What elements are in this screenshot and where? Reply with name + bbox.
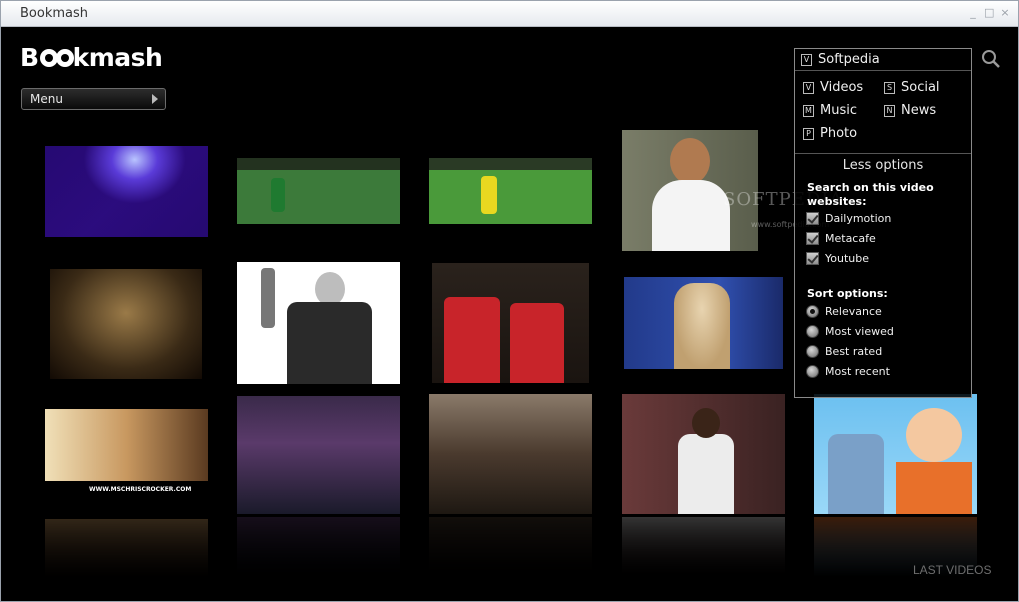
video-thumbnail-image [429,158,592,224]
menu-button[interactable]: Menu [21,88,166,110]
sort-label: Most viewed [825,325,894,338]
category-photo[interactable]: P Photo [803,126,857,141]
thumbnail-reflection [237,517,400,577]
video-thumbnail-image [432,263,589,383]
video-thumbnail-image [50,269,202,379]
radio-button[interactable] [806,305,819,318]
logo-glasses-icon [39,48,74,67]
video-thumbnail[interactable] [237,158,400,224]
category-key: P [803,127,814,140]
window-title: Bookmash [20,6,88,21]
less-options-button[interactable]: Less options [795,153,971,177]
sort-option-most-viewed[interactable]: Most viewed [806,325,894,338]
thumbnail-caption: WWW.MSCHRISCROCKER.COM [89,486,192,493]
category-news[interactable]: N News [884,103,936,118]
video-thumbnail-image [237,396,400,514]
video-thumbnail[interactable] [624,277,783,369]
video-thumbnail[interactable] [622,394,785,514]
close-icon[interactable]: × [1000,6,1010,20]
category-label: Videos [820,80,864,95]
checkbox[interactable] [806,212,819,225]
site-option-youtube[interactable]: Youtube [806,252,869,265]
radio-button[interactable] [806,325,819,338]
sites-section-title: Search on this video websites: [807,181,934,208]
video-thumbnail[interactable] [237,396,400,514]
maximize-icon[interactable]: □ [984,6,994,20]
video-thumbnail[interactable] [237,262,400,384]
source-option[interactable]: V Softpedia [801,52,880,67]
thumbnail-reflection [622,517,785,577]
video-thumbnail-image [237,158,400,224]
category-key: M [803,104,814,117]
search-icon[interactable] [981,49,1001,69]
checkbox[interactable] [806,252,819,265]
site-label: Metacafe [825,232,876,245]
video-thumbnail-image [429,394,592,514]
search-options-panel: V Softpedia V Videos S Social M Music N … [794,48,972,398]
radio-button[interactable] [806,345,819,358]
sort-option-best-rated[interactable]: Best rated [806,345,882,358]
video-thumbnail-image [814,394,977,514]
menu-label: Menu [30,92,63,106]
site-option-metacafe[interactable]: Metacafe [806,232,876,245]
source-label: Softpedia [818,52,880,67]
thumbnail-reflection [429,517,592,577]
category-label: Music [820,103,857,118]
sort-label: Best rated [825,345,883,358]
video-thumbnail-image: WWW.MSCHRISCROCKER.COM [45,409,208,497]
sort-label: Relevance [825,305,882,318]
category-label: Social [901,80,940,95]
radio-button[interactable] [806,365,819,378]
video-thumbnail[interactable] [814,394,977,514]
video-thumbnail-image [622,394,785,514]
logo-prefix: B [20,43,39,72]
category-videos[interactable]: V Videos [803,80,863,95]
chevron-right-icon [152,94,158,104]
logo-suffix: kmash [72,43,163,72]
category-label: Photo [820,126,858,141]
video-thumbnail[interactable] [45,146,208,237]
sort-section-title: Sort options: [807,287,888,300]
category-label: News [901,103,937,118]
site-label: Youtube [825,252,869,265]
last-videos-label: LAST VIDEOS [913,563,992,577]
minimize-icon[interactable]: _ [968,6,978,20]
source-key: V [801,53,812,66]
category-social[interactable]: S Social [884,80,940,95]
checkbox[interactable] [806,232,819,245]
site-option-dailymotion[interactable]: Dailymotion [806,212,891,225]
category-music[interactable]: M Music [803,103,857,118]
category-key: N [884,104,895,117]
video-thumbnail[interactable] [432,263,589,383]
video-thumbnail-image [624,277,783,369]
video-thumbnail[interactable] [429,158,592,224]
video-thumbnail-image [45,146,208,237]
site-label: Dailymotion [825,212,892,225]
category-key: S [884,81,895,94]
video-thumbnail[interactable] [50,269,202,379]
video-thumbnail[interactable]: WWW.MSCHRISCROCKER.COM [45,409,208,497]
sort-option-relevance[interactable]: Relevance [806,305,882,318]
category-key: V [803,81,814,94]
app-logo: B kmash [20,43,163,72]
sort-option-most-recent[interactable]: Most recent [806,365,890,378]
app-window: Bookmash _ □ × B kmash Menu WWW.MSCHRISC… [0,0,1019,602]
source-selector[interactable]: V Softpedia [795,49,971,71]
thumbnail-reflection [45,519,208,579]
title-bar[interactable]: Bookmash _ □ × [1,1,1018,27]
video-thumbnail-image [237,262,400,384]
video-thumbnail[interactable] [429,394,592,514]
sort-label: Most recent [825,365,890,378]
